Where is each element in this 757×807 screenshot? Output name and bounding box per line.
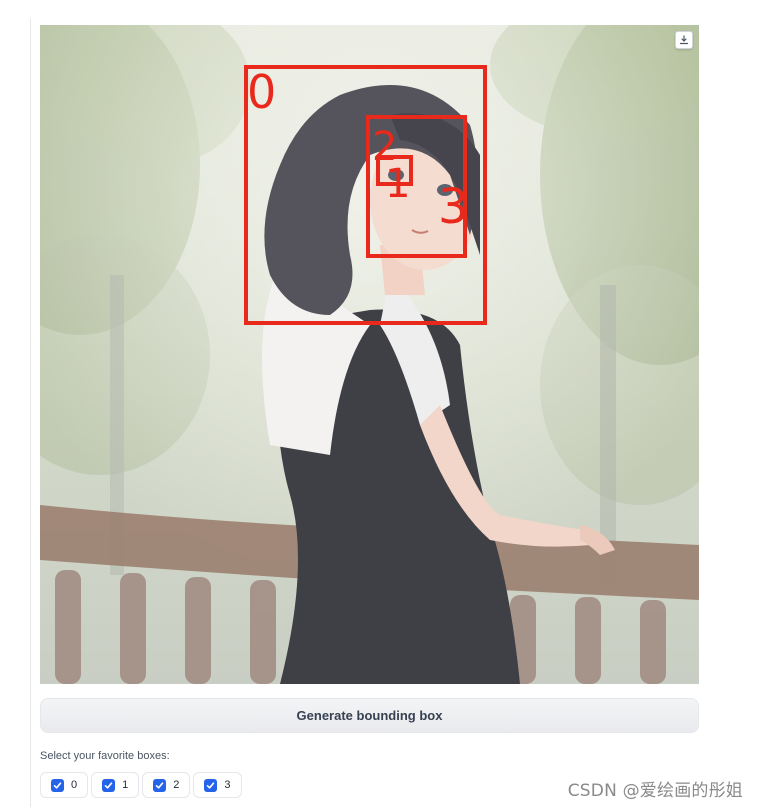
checkbox-checked-icon[interactable] bbox=[204, 778, 218, 792]
box-label-3: 3 bbox=[438, 179, 469, 235]
checkbox-option-label: 2 bbox=[173, 779, 180, 791]
box-label-0: 0 bbox=[247, 65, 276, 119]
checkbox-checked-icon[interactable] bbox=[51, 778, 64, 792]
output-image: 0 2 1 3 bbox=[40, 25, 699, 684]
checkbox-option-label: 3 bbox=[224, 779, 231, 791]
checkbox-checked-icon[interactable] bbox=[102, 778, 116, 792]
watermark-text: CSDN @爱绘画的彤姐 bbox=[567, 781, 743, 801]
checkbox-option-label: 0 bbox=[71, 779, 78, 791]
checkbox-option-0[interactable]: 0 bbox=[40, 772, 89, 798]
box-checkbox-group: 0 1 2 3 bbox=[40, 772, 242, 798]
download-icon bbox=[679, 35, 689, 45]
checkbox-option-2[interactable]: 2 bbox=[142, 772, 191, 798]
download-button[interactable] bbox=[675, 31, 693, 49]
left-divider bbox=[30, 18, 31, 807]
generate-bounding-box-button[interactable]: Generate bounding box bbox=[40, 698, 699, 733]
output-image-panel: 0 2 1 3 bbox=[40, 25, 699, 684]
checkbox-option-1[interactable]: 1 bbox=[91, 772, 140, 798]
checkbox-checked-icon[interactable] bbox=[153, 778, 167, 792]
box-label-1: 1 bbox=[385, 161, 410, 207]
checkbox-group-label: Select your favorite boxes: bbox=[40, 750, 170, 762]
checkbox-option-3[interactable]: 3 bbox=[193, 772, 242, 798]
checkbox-option-label: 1 bbox=[122, 779, 129, 791]
